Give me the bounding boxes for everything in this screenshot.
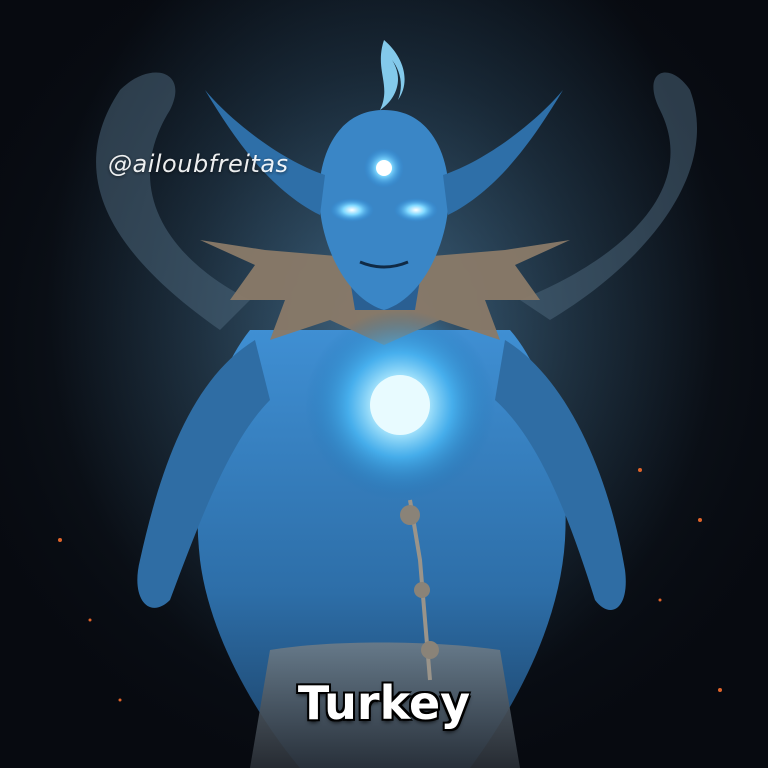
caption-title: Turkey bbox=[297, 676, 471, 730]
image-frame: @ailoubfreitas Turkey bbox=[0, 0, 768, 768]
watermark-handle: @ailoubfreitas bbox=[108, 150, 289, 178]
demon-artwork bbox=[0, 0, 768, 768]
